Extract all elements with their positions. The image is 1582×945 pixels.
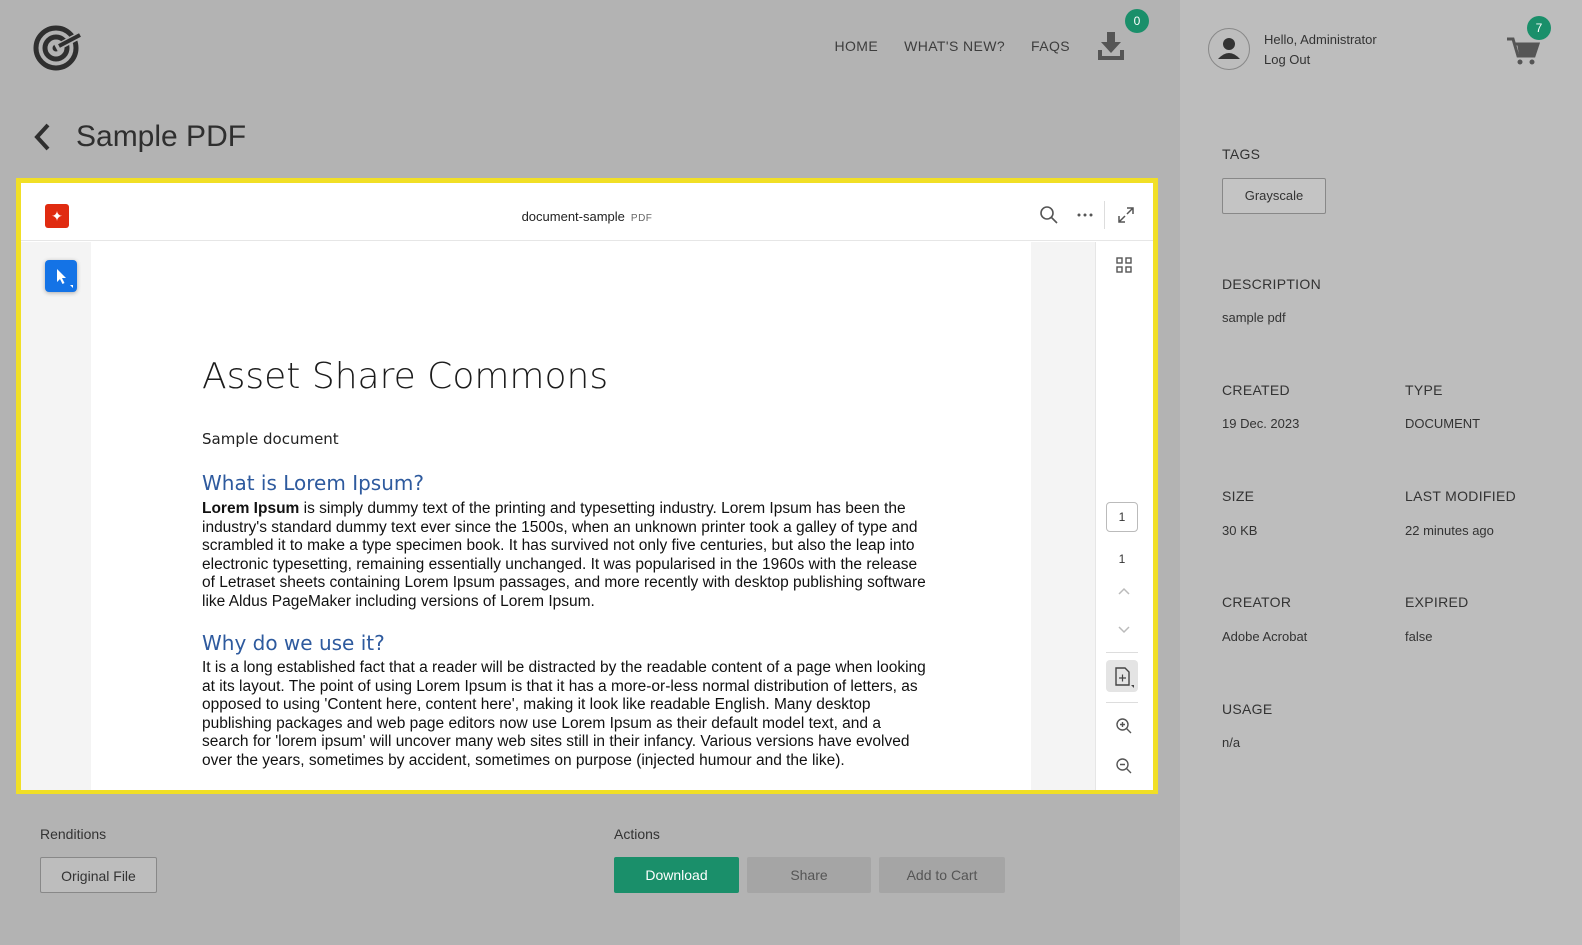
nav-faqs[interactable]: FAQS [1031, 38, 1070, 54]
viewer-gutter [1031, 242, 1095, 790]
viewer-filename: document-sample PDF [21, 209, 1153, 224]
fullscreen-icon[interactable] [1116, 205, 1136, 225]
user-menu: Hello, Administrator Log Out [1264, 30, 1377, 70]
tags-label: TAGS [1222, 146, 1261, 162]
rail-divider [1106, 702, 1138, 703]
page-title: Sample PDF [76, 120, 247, 153]
pdf-viewer: ✦ document-sample PDF Asset Share Common… [16, 178, 1158, 794]
next-page-icon[interactable] [1115, 620, 1133, 638]
user-greeting: Hello, Administrator [1264, 32, 1377, 47]
last-modified-value: 22 minutes ago [1405, 523, 1494, 538]
file-ext-label: PDF [630, 213, 653, 224]
rail-divider [1106, 652, 1138, 653]
document-paragraph-1: Lorem Ipsum is simply dummy text of the … [202, 500, 930, 612]
creator-value: Adobe Acrobat [1222, 629, 1308, 644]
tag-chip[interactable]: Grayscale [1222, 178, 1326, 214]
created-label: CREATED [1222, 382, 1290, 398]
cursor-arrow-icon [57, 269, 73, 288]
top-nav: HOME WHAT'S NEW? FAQS [835, 38, 1071, 54]
document-subtitle: Sample document [202, 430, 339, 448]
usage-value: n/a [1222, 735, 1241, 750]
share-button[interactable]: Share [747, 857, 871, 893]
actions-label: Actions [614, 826, 660, 842]
brand-logo-icon[interactable] [32, 24, 84, 72]
toolbar-divider [1104, 201, 1105, 229]
zoom-out-icon[interactable] [1115, 757, 1133, 775]
download-button[interactable]: Download [614, 857, 739, 893]
expired-value: false [1405, 629, 1433, 644]
paragraph-1-text: is simply dummy text of the printing and… [202, 500, 926, 610]
select-tool-button[interactable] [45, 260, 77, 292]
creator-label: CREATOR [1222, 594, 1292, 610]
size-label: SIZE [1222, 488, 1255, 504]
original-file-button[interactable]: Original File [40, 857, 157, 893]
last-modified-label: LAST MODIFIED [1405, 488, 1516, 504]
filename-text: document-sample [521, 209, 625, 224]
downloads-count-badge: 0 [1125, 9, 1149, 33]
nav-home[interactable]: HOME [835, 38, 879, 54]
type-label: TYPE [1405, 382, 1443, 398]
viewer-left-rail [21, 242, 91, 790]
description-label: DESCRIPTION [1222, 276, 1321, 292]
total-pages-label: 1 [1118, 552, 1126, 566]
viewer-right-rail: 1 1 [1095, 242, 1153, 790]
avatar[interactable] [1208, 28, 1250, 70]
size-value: 30 KB [1222, 523, 1258, 538]
document-paragraph-2: It is a long established fact that a rea… [202, 659, 926, 769]
fit-page-button[interactable] [1106, 660, 1138, 692]
more-options-icon[interactable] [1075, 205, 1095, 225]
zoom-in-icon[interactable] [1115, 717, 1133, 735]
current-page-input[interactable]: 1 [1106, 502, 1138, 532]
document-heading-2: Why do we use it? [202, 631, 385, 655]
thumbnails-grid-icon[interactable] [1115, 256, 1133, 274]
asset-details-sidebar: Hello, Administrator Log Out 7 TAGS Gray… [1180, 0, 1582, 945]
back-arrow-icon[interactable] [32, 122, 54, 152]
search-icon[interactable] [1039, 205, 1059, 225]
document-title: Asset Share Commons [202, 356, 609, 397]
document-heading-1: What is Lorem Ipsum? [202, 471, 424, 495]
previous-page-icon[interactable] [1115, 582, 1133, 600]
logout-link[interactable]: Log Out [1264, 50, 1377, 70]
downloads-icon[interactable] [1096, 30, 1126, 62]
usage-label: USAGE [1222, 701, 1273, 717]
cart-count-badge: 7 [1527, 16, 1551, 40]
expired-label: EXPIRED [1405, 594, 1469, 610]
created-value: 19 Dec. 2023 [1222, 416, 1300, 431]
description-value: sample pdf [1222, 310, 1286, 325]
main-area: HOME WHAT'S NEW? FAQS 0 Sample PDF ✦ doc… [0, 0, 1180, 945]
viewer-toolbar: ✦ document-sample PDF [21, 183, 1153, 241]
add-to-cart-button[interactable]: Add to Cart [879, 857, 1005, 893]
type-value: DOCUMENT [1405, 416, 1481, 431]
pdf-page: Asset Share Commons Sample document What… [91, 242, 1031, 790]
renditions-label: Renditions [40, 826, 107, 842]
paragraph-1-bold: Lorem Ipsum [202, 500, 300, 517]
user-icon [1218, 38, 1240, 59]
fit-page-icon [1115, 667, 1134, 688]
nav-whats-new[interactable]: WHAT'S NEW? [904, 38, 1005, 54]
